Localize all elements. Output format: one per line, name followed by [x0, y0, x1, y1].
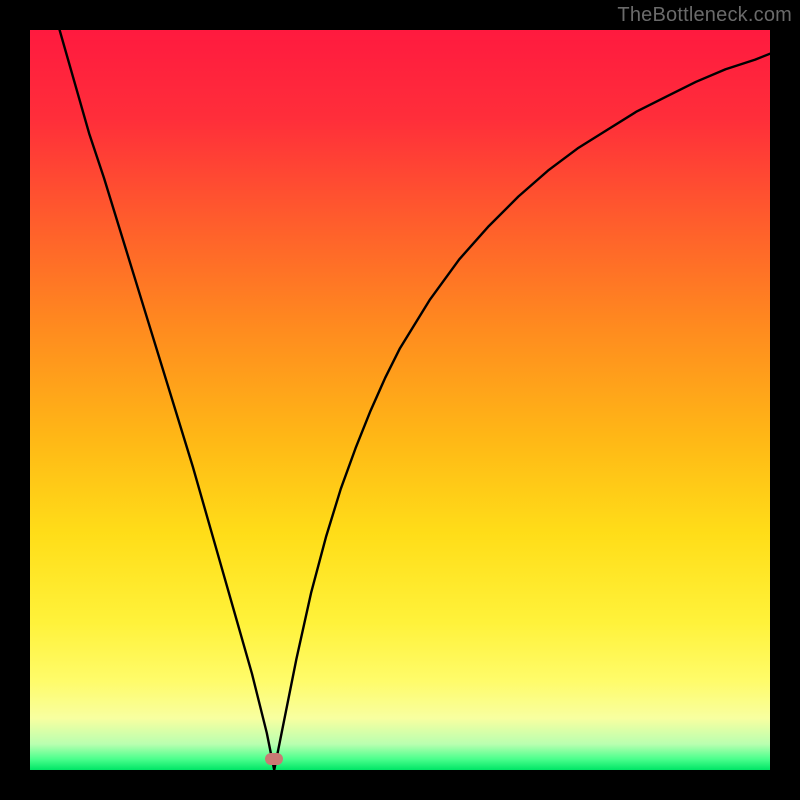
minimum-marker — [265, 753, 283, 765]
bottleneck-curve — [30, 30, 770, 770]
chart-frame: TheBottleneck.com — [0, 0, 800, 800]
plot-area — [30, 30, 770, 770]
watermark: TheBottleneck.com — [617, 4, 792, 27]
